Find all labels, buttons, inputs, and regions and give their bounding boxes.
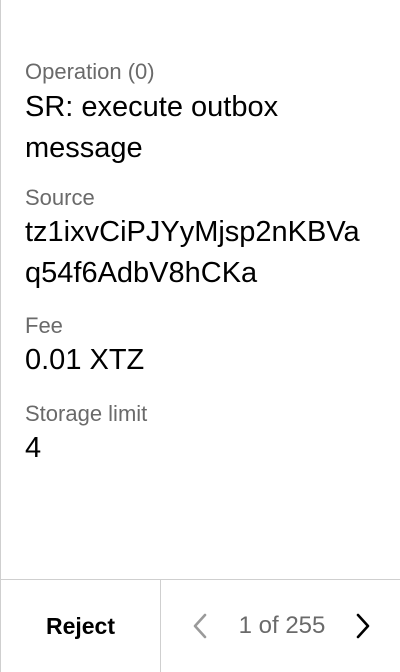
- pagination: 1 of 255: [162, 580, 400, 672]
- source-field: Source tz1ixvCiPJYyMjsp2nKBVaq54f6AdbV8h…: [25, 184, 375, 312]
- fee-label: Fee: [25, 313, 63, 338]
- operation-field: Operation (0) SR: execute outbox message: [25, 58, 375, 184]
- operation-label: Operation (0): [25, 59, 155, 84]
- operation-details: Operation (0) SR: execute outbox message…: [25, 58, 375, 469]
- storage-limit-value: 4: [25, 432, 42, 464]
- fee-value: 0.01 XTZ: [25, 344, 145, 376]
- fee-field: Fee 0.01 XTZ: [25, 312, 375, 400]
- chevron-right-icon[interactable]: [349, 612, 375, 640]
- footer-bar: Reject 1 of 255: [1, 579, 400, 672]
- chevron-left-icon[interactable]: [188, 612, 214, 640]
- source-label: Source: [25, 185, 95, 210]
- storage-limit-field: Storage limit 4: [25, 400, 375, 469]
- source-address: tz1ixvCiPJYyMjsp2nKBVaq54f6AdbV8hCKa: [25, 216, 360, 289]
- page-indicator: 1 of 255: [238, 612, 326, 639]
- reject-button[interactable]: Reject: [1, 580, 161, 672]
- operation-value: SR: execute outbox message: [25, 91, 279, 164]
- transaction-review-screen: Operation (0) SR: execute outbox message…: [0, 0, 400, 672]
- storage-limit-label: Storage limit: [25, 401, 148, 426]
